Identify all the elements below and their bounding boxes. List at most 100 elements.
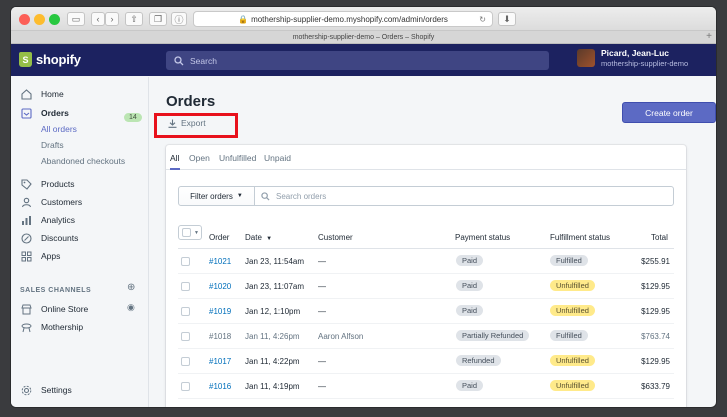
minimize-window-button[interactable] bbox=[34, 14, 45, 25]
filter-orders-button[interactable]: Filter orders ▼ bbox=[178, 186, 255, 206]
forward-arrow-icon[interactable]: › bbox=[105, 12, 119, 26]
reload-icon[interactable]: ↻ bbox=[479, 15, 486, 24]
order-total: $129.95 bbox=[641, 282, 670, 291]
zoom-window-button[interactable] bbox=[49, 14, 60, 25]
order-date: Jan 12, 1:10pm bbox=[245, 307, 301, 316]
browser-window: ▭ ‹ › ⇧ ❐ ⓘ 🔒 mothership-supplier-demo.m… bbox=[11, 7, 716, 407]
payment-status-badge: Paid bbox=[456, 280, 484, 291]
order-customer: — bbox=[318, 307, 326, 316]
select-all-checkbox[interactable]: ▼ bbox=[178, 225, 202, 240]
table-row[interactable]: #1019 Jan 12, 1:10pm — Paid Unfulfilled … bbox=[178, 299, 674, 324]
sidebar-subitem-all-orders[interactable]: All orders bbox=[41, 124, 77, 134]
order-date: Jan 23, 11:54am bbox=[245, 257, 305, 266]
info-icon[interactable]: ⓘ bbox=[171, 12, 187, 26]
checkbox[interactable] bbox=[182, 228, 191, 237]
shopify-logo[interactable]: S shopify bbox=[19, 52, 81, 67]
back-arrow-icon[interactable]: ‹ bbox=[91, 12, 105, 26]
store-icon bbox=[20, 303, 32, 315]
sidebar-item-customers[interactable]: Customers bbox=[20, 196, 82, 208]
order-customer: — bbox=[318, 257, 326, 266]
column-header-date[interactable]: Date ▼ bbox=[245, 233, 272, 242]
caret-down-icon: ▼ bbox=[194, 229, 199, 236]
sidebar-item-products[interactable]: Products bbox=[20, 178, 75, 190]
close-window-button[interactable] bbox=[19, 14, 30, 25]
column-header-customer: Customer bbox=[318, 233, 353, 242]
sidebar-item-orders[interactable]: Orders bbox=[20, 107, 69, 119]
view-store-eye-icon[interactable]: ◉ bbox=[127, 302, 135, 313]
table-row[interactable]: #1017 Jan 11, 4:22pm — Refunded Unfulfil… bbox=[178, 349, 674, 374]
create-order-button[interactable]: Create order bbox=[622, 102, 716, 123]
sidebar-item-mothership[interactable]: Mothership bbox=[20, 321, 83, 333]
order-customer: Aaron Alfson bbox=[318, 332, 364, 341]
tab-unfulfilled[interactable]: Unfulfilled bbox=[219, 153, 256, 163]
share-icon[interactable]: ⇧ bbox=[125, 12, 143, 26]
sidebar-subitem-abandoned-checkouts[interactable]: Abandoned checkouts bbox=[41, 156, 125, 166]
order-customer: — bbox=[318, 282, 326, 291]
order-link[interactable]: #1018 bbox=[209, 332, 231, 341]
sidebar-item-discounts[interactable]: Discounts bbox=[20, 232, 78, 244]
apps-icon bbox=[20, 250, 32, 262]
shopify-topbar: S shopify Search Picard, Jean-Luc mother… bbox=[11, 44, 716, 76]
shopify-bag-icon: S bbox=[19, 52, 32, 67]
tab-unpaid[interactable]: Unpaid bbox=[264, 153, 291, 163]
search-orders-placeholder: Search orders bbox=[276, 191, 327, 201]
sales-channels-heading: SALES CHANNELS bbox=[20, 287, 92, 294]
sidebar-item-settings[interactable]: Settings bbox=[20, 384, 72, 396]
row-checkbox[interactable] bbox=[181, 332, 190, 341]
browser-tab[interactable]: mothership-supplier-demo – Orders – Shop… bbox=[11, 31, 716, 44]
sidebar-item-label: Apps bbox=[41, 251, 61, 261]
sidebar-item-online-store[interactable]: Online Store bbox=[20, 303, 88, 315]
user-menu[interactable]: Picard, Jean-Luc mothership-supplier-dem… bbox=[577, 48, 688, 68]
order-total: $129.95 bbox=[641, 357, 670, 366]
row-checkbox[interactable] bbox=[181, 282, 190, 291]
caret-down-icon: ▼ bbox=[236, 193, 243, 199]
row-checkbox[interactable] bbox=[181, 382, 190, 391]
row-checkbox[interactable] bbox=[181, 357, 190, 366]
order-link[interactable]: #1021 bbox=[209, 257, 231, 266]
search-icon bbox=[174, 55, 184, 65]
bar-chart-icon bbox=[20, 214, 32, 226]
sidebar-toggle-icon[interactable]: ▭ bbox=[67, 12, 85, 26]
sidebar-item-home[interactable]: Home bbox=[20, 88, 64, 100]
tabs-icon[interactable]: ❐ bbox=[149, 12, 167, 26]
sidebar-item-apps[interactable]: Apps bbox=[20, 250, 60, 262]
add-channel-icon[interactable]: ⊕ bbox=[127, 282, 135, 293]
fulfillment-status-badge: Fulfilled bbox=[550, 255, 588, 266]
sidebar: Home Orders 14 All orders Drafts Abandon… bbox=[11, 77, 149, 407]
sidebar-item-analytics[interactable]: Analytics bbox=[20, 214, 75, 226]
tab-title: mothership-supplier-demo – Orders – Shop… bbox=[292, 33, 435, 41]
new-tab-icon[interactable]: + bbox=[706, 31, 712, 43]
table-row[interactable]: #1016 Jan 11, 4:19pm — Paid Unfulfilled … bbox=[178, 374, 674, 399]
payment-status-badge: Paid bbox=[456, 255, 484, 266]
table-row[interactable]: #1021 Jan 23, 11:54am — Paid Fulfilled $… bbox=[178, 249, 674, 274]
table-row[interactable]: #1018 Jan 11, 4:26pm Aaron Alfson Partia… bbox=[178, 324, 674, 349]
column-header-date-label: Date bbox=[245, 233, 262, 242]
tab-all[interactable]: All bbox=[170, 153, 179, 163]
order-link[interactable]: #1016 bbox=[209, 382, 231, 391]
order-total: $255.91 bbox=[641, 257, 670, 266]
order-date: Jan 11, 4:26pm bbox=[245, 332, 300, 341]
order-date: Jan 23, 11:07am bbox=[245, 282, 305, 291]
search-input[interactable]: Search bbox=[166, 51, 549, 70]
search-orders-input[interactable]: Search orders bbox=[254, 186, 674, 206]
address-bar[interactable]: 🔒 mothership-supplier-demo.myshopify.com… bbox=[193, 11, 493, 27]
sidebar-item-label: Discounts bbox=[41, 233, 79, 243]
order-customer: — bbox=[318, 382, 326, 391]
highlight-box bbox=[154, 113, 238, 138]
order-link[interactable]: #1020 bbox=[209, 282, 231, 291]
discount-icon bbox=[20, 232, 32, 244]
row-checkbox[interactable] bbox=[181, 257, 190, 266]
order-link[interactable]: #1019 bbox=[209, 307, 231, 316]
download-icon[interactable]: ⬇ bbox=[498, 12, 516, 26]
avatar bbox=[577, 49, 595, 67]
column-header-total: Total bbox=[651, 233, 668, 242]
payment-status-badge: Paid bbox=[456, 380, 484, 391]
row-checkbox[interactable] bbox=[181, 307, 190, 316]
tab-open[interactable]: Open bbox=[189, 153, 210, 163]
orders-icon bbox=[20, 107, 32, 119]
sidebar-subitem-drafts[interactable]: Drafts bbox=[41, 140, 64, 150]
order-link[interactable]: #1017 bbox=[209, 357, 231, 366]
sidebar-item-label: Home bbox=[41, 89, 64, 99]
table-row[interactable]: #1020 Jan 23, 11:07am — Paid Unfulfilled… bbox=[178, 274, 674, 299]
fulfillment-status-badge: Fulfilled bbox=[550, 330, 588, 341]
